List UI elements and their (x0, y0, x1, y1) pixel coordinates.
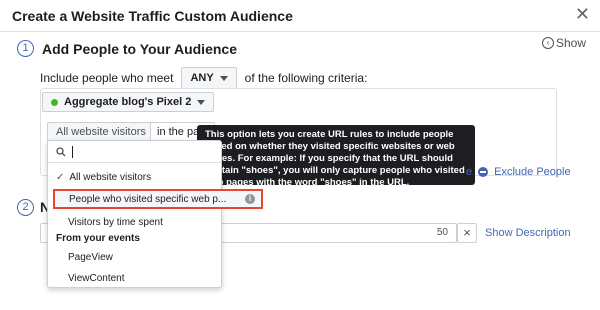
caret-down-icon (197, 99, 206, 105)
dropdown-item-specific-pages[interactable]: People who visited specific web p... i (53, 189, 263, 209)
show-label: Show (555, 36, 586, 50)
rule-actions: e Exclude People (466, 166, 571, 178)
dropdown-item-pageview[interactable]: PageView (48, 247, 221, 267)
dialog-header: Create a Website Traffic Custom Audience… (0, 0, 600, 32)
dropdown-item-label: All website visitors (69, 171, 152, 183)
dropdown-group-events: From your events (56, 233, 140, 244)
caret-down-icon (219, 75, 228, 81)
rule-tooltip: This option lets you create URL rules to… (197, 125, 475, 188)
char-count: 50 (436, 227, 448, 238)
search-icon (56, 146, 66, 156)
criteria-suffix: of the following criteria: (244, 71, 368, 85)
rule-type-dropdown: ✓ All website visitors People who visite… (47, 140, 263, 288)
pixel-label: Aggregate blog's Pixel 2 (64, 96, 192, 108)
close-icon[interactable]: ✕ (575, 5, 590, 23)
minus-circle-icon (478, 167, 489, 177)
show-description-link[interactable]: Show Description (485, 227, 571, 239)
clear-name-button[interactable]: × (457, 223, 477, 243)
dropdown-item-label: ViewContent (68, 272, 125, 284)
dropdown-item-label: People who visited specific web p... (69, 193, 227, 205)
criteria-row: Include people who meet ANY of the follo… (40, 67, 367, 89)
dropdown-item-label: Visitors by time spent (68, 216, 163, 228)
dropdown-item-all-visitors[interactable]: ✓ All website visitors (48, 167, 221, 187)
include-more-link[interactable]: e (466, 166, 472, 178)
step-title-add-people: Add People to Your Audience (42, 41, 237, 57)
show-toggle[interactable]: ‹ Show (541, 36, 586, 50)
exclude-people-link[interactable]: Exclude People (494, 166, 570, 178)
dropdown-item-label: PageView (68, 251, 113, 263)
checkmark-icon: ✓ (56, 171, 65, 183)
text-cursor (72, 145, 73, 158)
info-icon[interactable]: i (245, 194, 255, 204)
match-type-select[interactable]: ANY (181, 67, 237, 89)
pixel-status-dot (51, 98, 58, 106)
pixel-select[interactable]: Aggregate blog's Pixel 2 (42, 92, 215, 112)
dropdown-search[interactable] (48, 141, 221, 163)
dropdown-item-viewcontent[interactable]: ViewContent (48, 268, 221, 288)
step-number-2: 2 (17, 199, 34, 216)
rule-type-value: All website visitors (56, 126, 146, 138)
chevron-left-icon: ‹ (541, 37, 554, 49)
match-type-value: ANY (190, 72, 214, 84)
step-number-1: 1 (17, 40, 34, 57)
dropdown-item-time-spent[interactable]: Visitors by time spent (48, 212, 221, 232)
criteria-prefix: Include people who meet (40, 71, 174, 85)
dialog-title: Create a Website Traffic Custom Audience (12, 8, 293, 24)
